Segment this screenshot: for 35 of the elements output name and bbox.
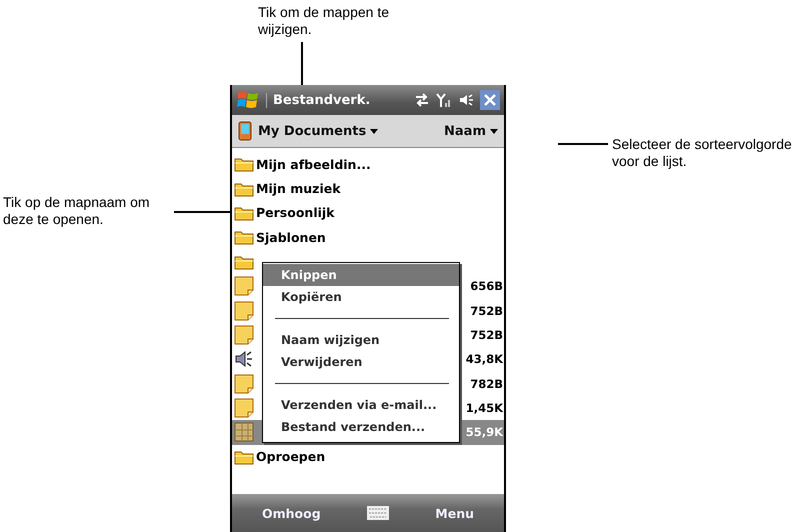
keyboard-icon[interactable] <box>366 506 389 520</box>
device-icon <box>238 121 252 141</box>
menu-item[interactable]: Knippen <box>263 264 459 286</box>
file-size[interactable]: 752B <box>470 304 503 318</box>
folder-dropdown[interactable]: My Documents <box>258 124 378 138</box>
caret-icon <box>370 128 378 134</box>
file-name: Sjablonen <box>256 230 326 245</box>
callout-text: Selecteer de sorteervolgorde voor de lijst. <box>612 136 793 170</box>
menu-item[interactable]: Verzenden via e-mail... <box>263 394 459 416</box>
file-name: Mijn afbeeldin... <box>256 156 371 172</box>
file-size[interactable]: 752B <box>470 328 503 342</box>
file-size[interactable]: 656B <box>470 279 503 294</box>
menu-softkey[interactable]: Menu <box>431 506 478 520</box>
sort-dropdown[interactable]: Naam <box>444 124 498 138</box>
caret-icon <box>490 128 498 134</box>
file-size[interactable]: 43,8K <box>466 352 503 366</box>
leader-line <box>558 143 608 145</box>
callout-text: Tik op de mapnaam om deze te openen. <box>3 194 151 228</box>
close-icon[interactable] <box>480 90 500 110</box>
file-name: Mijn muziek <box>256 181 341 196</box>
window-title: Bestandverk. <box>266 92 408 108</box>
file-size[interactable]: 55,9K <box>466 425 503 440</box>
menu-item[interactable]: Kopiëren <box>263 286 459 308</box>
callout-text: Tik om de mappen te wijzigen. <box>258 4 390 38</box>
file-size[interactable]: 782B <box>470 376 503 391</box>
menu-item[interactable]: Naam wijzigen <box>263 329 459 351</box>
signal-icon[interactable] <box>436 92 452 108</box>
up-softkey[interactable]: Omhoog <box>258 506 325 520</box>
menu-item[interactable]: Verwijderen <box>263 351 459 373</box>
speaker-icon[interactable] <box>458 92 474 108</box>
sync-arrows-icon[interactable] <box>414 92 430 108</box>
menu-item[interactable]: Bestand verzenden... <box>263 416 459 438</box>
file-name: Oproepen <box>256 449 326 464</box>
file-size[interactable]: 1,45K <box>466 401 503 416</box>
file-name: Persoonlijk <box>256 205 334 220</box>
